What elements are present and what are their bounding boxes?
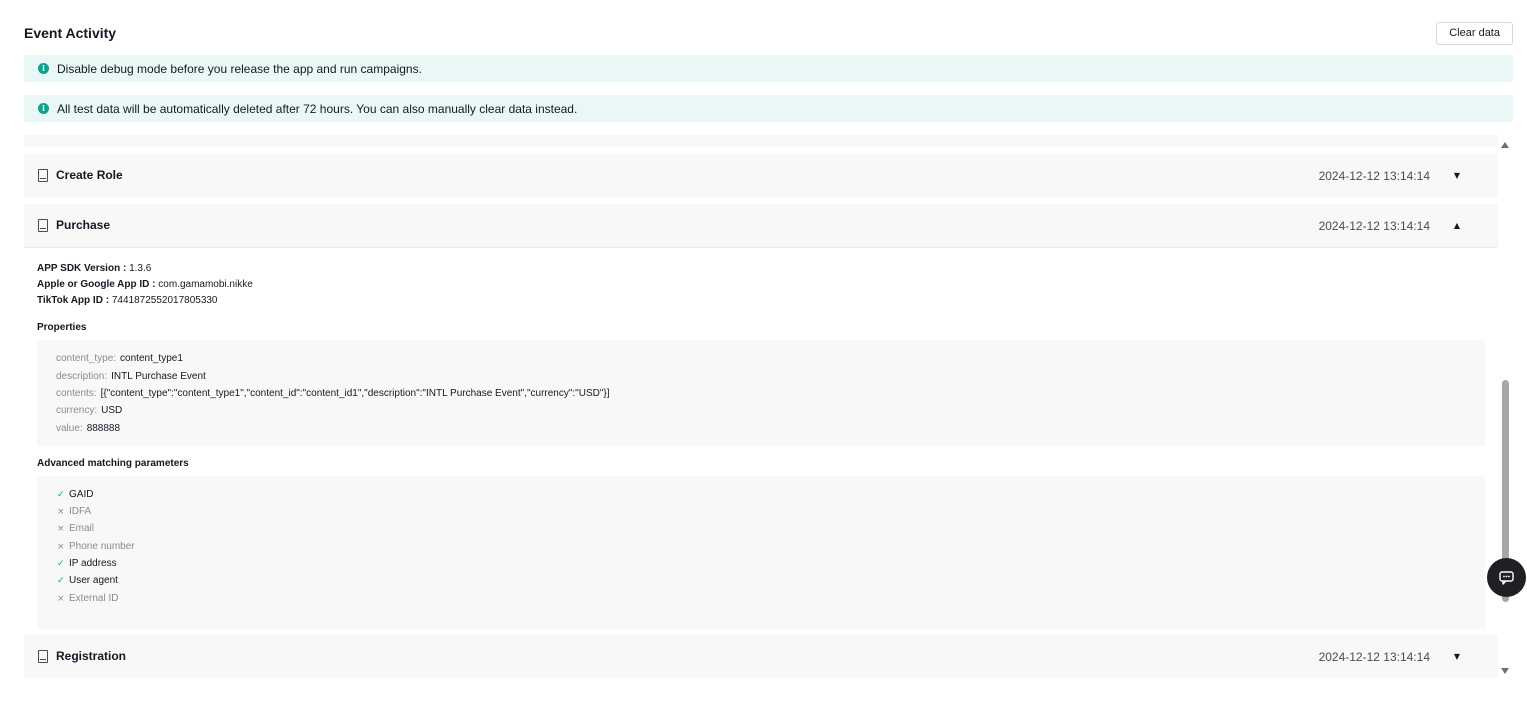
event-row-create-role[interactable]: Create Role 2024-12-12 13:14:14 ▼: [24, 154, 1498, 197]
event-name: Purchase: [56, 218, 111, 232]
scroll-up-arrow-icon[interactable]: [1501, 142, 1509, 148]
cross-icon: ×: [57, 507, 65, 517]
check-icon: ✓: [57, 490, 65, 500]
event-name: Create Role: [56, 168, 123, 182]
property-value: INTL Purchase Event: [111, 371, 206, 382]
meta-key: Apple or Google App ID :: [37, 279, 156, 290]
event-time: 2024-12-12 13:14:14: [1318, 219, 1430, 233]
cross-icon: ×: [57, 594, 65, 604]
matching-label: Advanced matching parameters: [37, 458, 189, 469]
chevron-down-icon[interactable]: ▼: [1454, 652, 1460, 661]
check-icon: ✓: [57, 576, 65, 586]
debug-mode-banner: i Disable debug mode before you release …: [24, 55, 1513, 82]
property-value: 888888: [86, 423, 121, 434]
meta-value: 7441872552017805330: [111, 295, 218, 306]
check-icon: ✓: [57, 559, 65, 569]
event-row-registration[interactable]: Registration 2024-12-12 13:14:14 ▼: [24, 635, 1498, 678]
sdk-version: APP SDK Version : 1.3.6: [37, 263, 151, 274]
meta-key: APP SDK Version :: [37, 263, 127, 274]
banner-text: All test data will be automatically dele…: [57, 101, 578, 116]
chevron-down-icon[interactable]: ▼: [1454, 171, 1460, 180]
cross-icon: ×: [57, 524, 65, 534]
matching-item: × External ID: [57, 593, 118, 604]
matching-label-text: External ID: [69, 593, 119, 604]
matching-label-text: Phone number: [69, 541, 135, 552]
matching-item: ✓ User agent: [57, 575, 118, 586]
meta-value: 1.3.6: [129, 263, 152, 274]
test-data-banner: i All test data will be automatically de…: [24, 95, 1513, 122]
property-line: description: INTL Purchase Event: [56, 371, 206, 382]
event-row-purchase[interactable]: Purchase 2024-12-12 13:14:14 ▲: [24, 204, 1498, 247]
page-title: Event Activity: [24, 25, 117, 41]
event-name: Registration: [56, 649, 127, 663]
scrollbar[interactable]: [1500, 140, 1510, 680]
event-time: 2024-12-12 13:14:14: [1318, 650, 1430, 664]
property-line: value: 888888: [56, 423, 120, 434]
property-value: USD: [101, 405, 123, 416]
matching-label-text: User agent: [69, 575, 118, 586]
event-list: Create Role 2024-12-12 13:14:14 ▼ Purcha…: [24, 135, 1498, 680]
meta-value: com.gamamobi.nikke: [158, 279, 253, 290]
property-key: value:: [56, 423, 83, 434]
properties-label: Properties: [37, 322, 87, 333]
matching-label-text: IP address: [69, 558, 117, 569]
document-icon: [38, 650, 48, 663]
property-key: currency:: [56, 405, 98, 416]
clear-data-button[interactable]: Clear data: [1436, 22, 1513, 45]
scroll-down-arrow-icon[interactable]: [1501, 668, 1509, 674]
properties-box: content_type: content_type1 description: I…: [37, 340, 1485, 446]
matching-label-text: GAID: [69, 489, 94, 500]
page-header: Event Activity Clear data: [24, 22, 1513, 46]
matching-item: × Email: [57, 523, 94, 534]
cross-icon: ×: [57, 542, 65, 552]
property-key: content_type:: [56, 353, 117, 364]
property-value: [{"content_type":"content_type1","conten…: [100, 388, 610, 399]
property-line: contents: [{"content_type":"content_type1…: [56, 388, 610, 399]
matching-box: ✓ GAID × IDFA × Email × Phone number ✓ IP add…: [37, 476, 1485, 629]
tiktok-app-id: TikTok App ID : 7441872552017805330: [37, 295, 218, 306]
banner-text: Disable debug mode before you release th…: [57, 61, 422, 76]
matching-label-text: IDFA: [69, 506, 92, 517]
event-time: 2024-12-12 13:14:14: [1318, 169, 1430, 183]
info-icon: i: [38, 103, 49, 114]
property-line: content_type: content_type1: [56, 353, 183, 364]
chevron-up-icon[interactable]: ▲: [1454, 221, 1460, 230]
chat-button[interactable]: [1487, 558, 1526, 597]
document-icon: [38, 219, 48, 232]
document-icon: [38, 169, 48, 182]
previous-event-row: [24, 135, 1498, 147]
property-key: description:: [56, 371, 108, 382]
matching-item: ✓ GAID: [57, 489, 93, 500]
property-key: contents:: [56, 388, 97, 399]
purchase-event-details: APP SDK Version : 1.3.6 Apple or Google …: [24, 247, 1498, 629]
property-value: content_type1: [120, 353, 183, 364]
chat-icon: [1498, 570, 1514, 585]
property-line: currency: USD: [56, 405, 122, 416]
meta-key: TikTok App ID :: [37, 295, 110, 306]
info-icon: i: [38, 63, 49, 74]
matching-item: × Phone number: [57, 541, 135, 552]
app-id: Apple or Google App ID : com.gamamobi.ni…: [37, 279, 253, 290]
matching-item: ✓ IP address: [57, 558, 117, 569]
matching-label-text: Email: [69, 523, 95, 534]
matching-item: × IDFA: [57, 506, 91, 517]
